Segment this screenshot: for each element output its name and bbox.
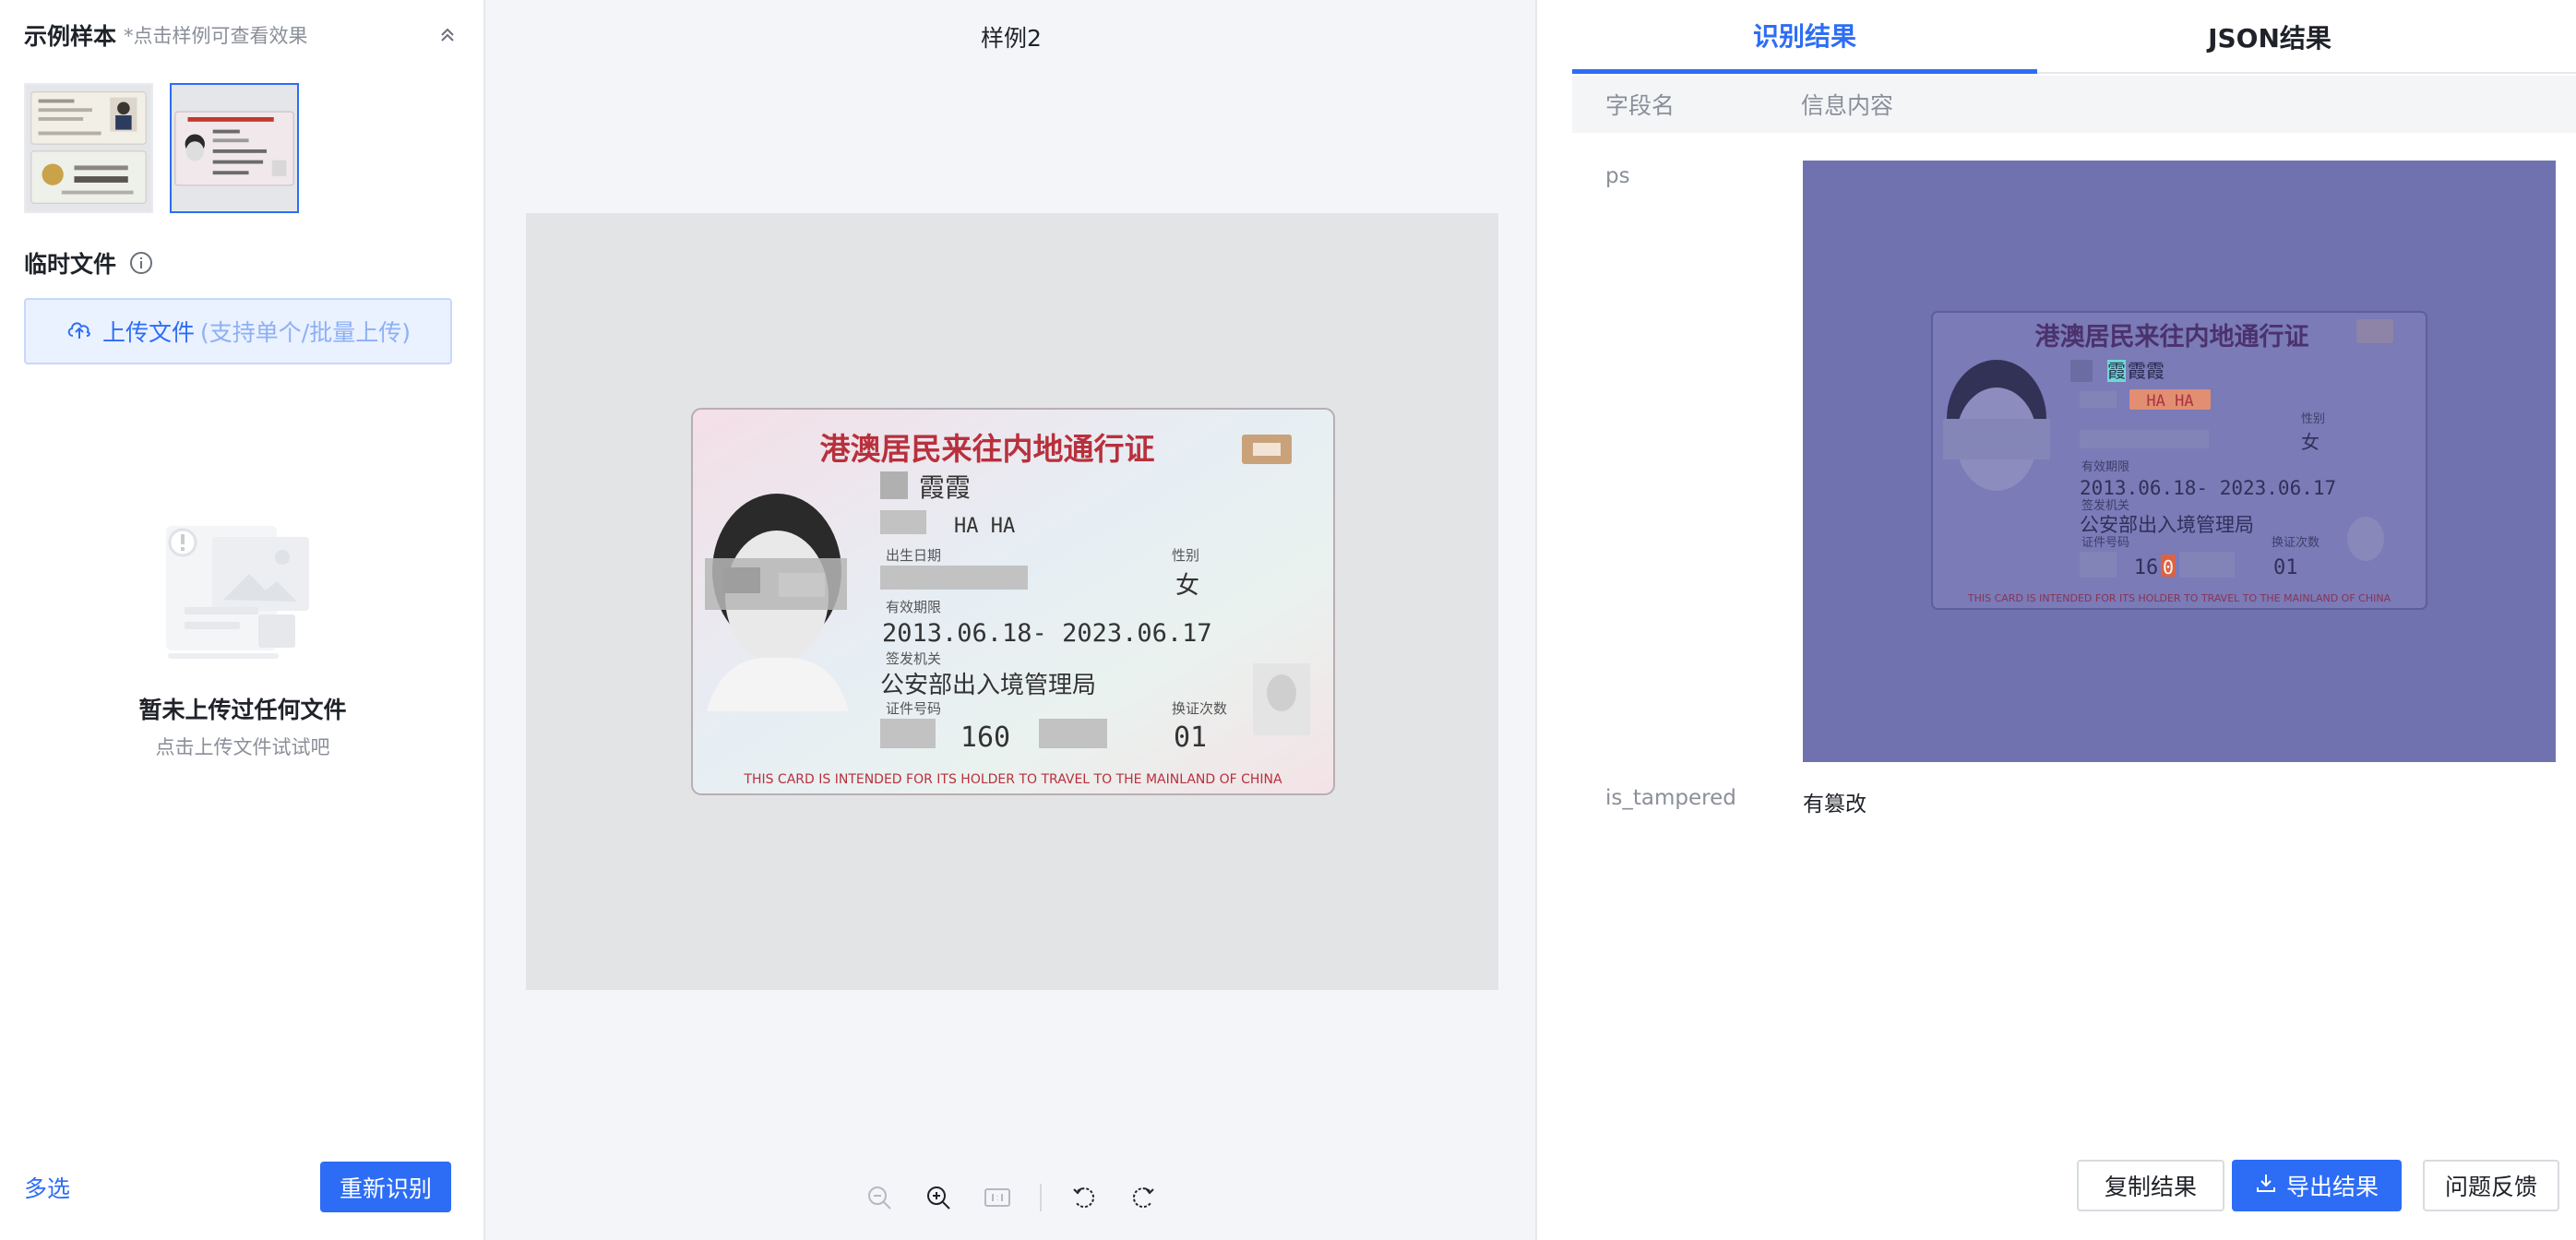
result-table-header: 字段名 信息内容: [1572, 76, 2576, 133]
re-recognize-button[interactable]: 重新识别: [320, 1162, 451, 1212]
card-number: 160: [960, 721, 1010, 754]
ps-count-label: 换证次数: [2272, 535, 2320, 550]
upload-label: 上传文件: [102, 319, 196, 346]
row-tampered-label: is_tampered: [1605, 786, 1736, 810]
upload-file-button[interactable]: 上传文件 (支持单个/批量上传): [24, 298, 452, 364]
zoom-in-icon[interactable]: [909, 1174, 968, 1221]
export-result-button[interactable]: 导出结果: [2232, 1160, 2402, 1211]
card-validity-label: 有效期限: [886, 599, 941, 615]
tab-recognition-result[interactable]: 识别结果: [1572, 0, 2037, 74]
copy-result-button[interactable]: 复制结果: [2077, 1160, 2224, 1211]
temp-files-title: 临时文件: [24, 251, 117, 278]
tab-json-result[interactable]: JSON结果: [2037, 0, 2502, 74]
sample-thumb-1[interactable]: [24, 83, 153, 213]
card-sex-label: 性别: [1172, 547, 1199, 564]
card-title: 港澳居民来往内地通行证: [820, 431, 1155, 467]
ps-card-title: 港澳居民来往内地通行证: [2035, 322, 2309, 352]
row-tampered-value: 有篡改: [1803, 793, 1866, 817]
ps-sex-label: 性别: [2301, 412, 2325, 426]
id-card: 港澳居民来往内地通行证 霞霞 HA HA 出生日期 性别 女 有效期限 2013…: [691, 408, 1335, 795]
empty-files-title: 暂未上传过任何文件: [138, 697, 347, 723]
feedback-button[interactable]: 问题反馈: [2423, 1160, 2559, 1211]
card-footer: THIS CARD IS INTENDED FOR ITS HOLDER TO …: [743, 772, 1282, 787]
ps-card-footer: THIS CARD IS INTENDED FOR ITS HOLDER TO …: [1967, 592, 2391, 604]
card-name-cn: 霞霞: [919, 472, 971, 503]
result-tabs: 识别结果 JSON结果: [1572, 0, 2576, 74]
ps-hl-en: HA HA: [2146, 392, 2193, 411]
ps-sex: 女: [2301, 431, 2320, 453]
card-validity: 2013.06.18- 2023.06.17: [882, 619, 1212, 648]
preview-toolbar: [485, 1174, 1537, 1222]
multi-select-link[interactable]: 多选: [24, 1171, 70, 1204]
sample-header: 示例样本 *点击样例可查看效果: [24, 18, 461, 52]
toolbar-divider: [1040, 1184, 1042, 1211]
left-panel: 示例样本 *点击样例可查看效果 临时文件 上传文件 (支持单个/批量上传) 暂未…: [0, 0, 485, 1240]
preview-panel: 样例2 港澳居民来往内地通行证 霞霞 HA HA 出生日期 性别 女 有效期限 …: [485, 0, 1537, 1240]
tamper-heatmap-image[interactable]: 港澳居民来往内地通行证 霞 霞霞 HA HA 性别 女 有效期限 2013.06…: [1803, 161, 2556, 762]
sample-hint: *点击样例可查看效果: [124, 25, 308, 47]
ps-count: 01: [2273, 556, 2298, 579]
col-field-name: 字段名: [1605, 92, 1676, 119]
card-dob-label: 出生日期: [886, 547, 941, 564]
ps-number-label: 证件号码: [2081, 536, 2129, 550]
empty-files-subtitle: 点击上传文件试试吧: [155, 736, 330, 758]
result-panel: 识别结果 JSON结果 字段名 信息内容 ps 港澳居民来往内地通行证 霞 霞霞…: [1539, 0, 2576, 1240]
empty-files-illustration: [157, 517, 323, 664]
ps-hl-num: 16: [2134, 556, 2159, 579]
export-label: 导出结果: [2285, 1174, 2379, 1200]
app-root: 示例样本 *点击样例可查看效果 临时文件 上传文件 (支持单个/批量上传) 暂未…: [0, 0, 2576, 1240]
card-sex: 女: [1175, 572, 1199, 600]
card-count: 01: [1174, 721, 1207, 754]
info-icon[interactable]: [129, 251, 153, 275]
collapse-up-icon[interactable]: [434, 21, 461, 49]
rotate-right-icon[interactable]: [1114, 1174, 1173, 1221]
preview-title: 样例2: [981, 25, 1042, 52]
ps-validity: 2013.06.18- 2023.06.17: [2080, 477, 2336, 499]
tab-recognition-label: 识别结果: [1752, 20, 1856, 52]
upload-hint: (支持单个/批量上传): [200, 319, 411, 346]
preview-image-area[interactable]: 港澳居民来往内地通行证 霞霞 HA HA 出生日期 性别 女 有效期限 2013…: [526, 213, 1498, 990]
download-icon: [2255, 1172, 2277, 1199]
col-info-content: 信息内容: [1801, 92, 1894, 119]
ps-hl-name: 霞: [2107, 360, 2126, 382]
actual-size-icon[interactable]: [968, 1174, 1027, 1221]
ps-name-cn: 霞霞: [2128, 360, 2165, 382]
card-count-label: 换证次数: [1172, 700, 1227, 717]
row-ps-label: ps: [1605, 164, 1630, 188]
zoom-out-icon[interactable]: [850, 1174, 909, 1221]
sample-title: 示例样本: [24, 23, 117, 50]
ps-hl-num-mark: 0: [2163, 556, 2174, 578]
card-name-en: HA HA: [954, 515, 1015, 538]
temp-files-header: 临时文件: [24, 247, 153, 279]
ps-validity-label: 有效期限: [2081, 460, 2129, 474]
sample-thumb-2[interactable]: [170, 83, 299, 213]
rotate-left-icon[interactable]: [1055, 1174, 1114, 1221]
card-number-label: 证件号码: [886, 700, 941, 717]
card-authority-label: 签发机关: [886, 650, 941, 667]
tab-json-label: JSON结果: [2208, 23, 2332, 54]
cloud-upload-icon: [66, 318, 93, 344]
card-authority: 公安部出入境管理局: [880, 672, 1096, 699]
ps-authority: 公安部出入境管理局: [2080, 514, 2254, 536]
sample-thumbnails: [24, 83, 299, 213]
ps-authority-label: 签发机关: [2081, 498, 2129, 513]
